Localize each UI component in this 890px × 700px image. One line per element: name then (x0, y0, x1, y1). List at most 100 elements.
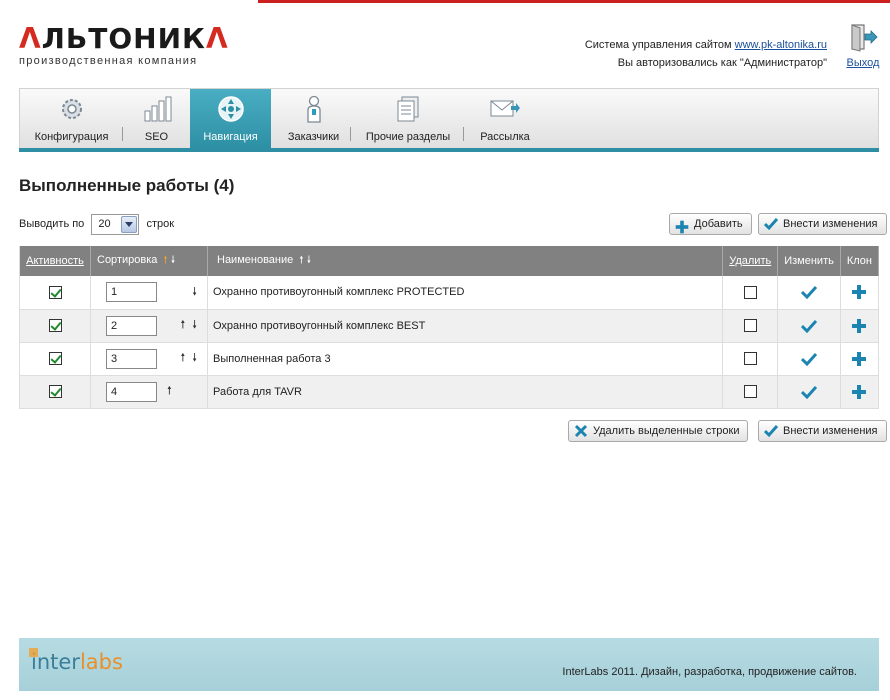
logo-text: ЛЬТОНИК (41, 22, 206, 55)
active-checkbox[interactable] (48, 285, 62, 299)
sort-desc-icon[interactable]: 🠗 (307, 255, 311, 266)
tab-seo[interactable]: SEO (123, 89, 190, 149)
cell-active (19, 342, 91, 376)
cms-line: Система управления сайтом www.pk-altonik… (585, 36, 827, 54)
sort-desc-icon[interactable]: 🠗 (171, 255, 175, 266)
cell-clone (840, 309, 880, 343)
rows-per-page: Выводить по 20 строк (19, 213, 174, 235)
check-icon (764, 425, 778, 438)
col-name-label: Наименование (217, 253, 294, 266)
add-button[interactable]: Добавить (669, 213, 752, 235)
delete-selected-button[interactable]: Удалить выделенные строки (568, 420, 749, 442)
exit-block[interactable]: Выход (846, 22, 880, 69)
clone-plus-icon[interactable] (852, 351, 867, 366)
col-sort[interactable]: Сортировка 🠕 🠗 (90, 246, 208, 276)
clone-plus-icon[interactable] (852, 318, 867, 333)
col-delete[interactable]: Удалить (722, 246, 779, 276)
active-checkbox[interactable] (48, 319, 62, 332)
exit-icon[interactable] (848, 22, 878, 52)
plus-icon (675, 217, 689, 234)
sort-input[interactable]: 1 (106, 282, 157, 303)
sort-asc-icon[interactable]: 🠕 (299, 255, 303, 266)
move-up-icon[interactable]: 🠕 (181, 351, 186, 364)
documents-icon (397, 96, 419, 122)
cell-name: Работа для TAVR (207, 375, 724, 409)
edit-check-icon[interactable] (801, 352, 818, 366)
cell-edit (777, 309, 841, 343)
cell-name: Охранно противоугонный комплекс BEST (207, 309, 724, 343)
col-name[interactable]: Наименование 🠕 🠗 (207, 246, 724, 276)
tab-navigation[interactable]: Навигация (190, 89, 271, 149)
edit-check-icon[interactable] (801, 285, 818, 300)
tab-configuration[interactable]: Конфигурация (20, 89, 123, 149)
move-down-icon[interactable]: 🠗 (192, 351, 197, 364)
cell-clone (840, 276, 880, 310)
tabs-accent-stripe (19, 148, 879, 152)
chevron-down-icon[interactable] (121, 215, 138, 233)
delete-checkbox[interactable] (743, 352, 757, 365)
cell-sort: 4 🠕 (90, 375, 208, 409)
cell-edit (777, 276, 841, 310)
tab-separator (350, 127, 351, 141)
apply-button-label: Внести изменения (783, 425, 878, 437)
move-up-icon[interactable]: 🠕 (181, 318, 186, 331)
sort-arrows[interactable]: 🠕 🠗 (163, 255, 175, 266)
move-up-icon[interactable]: 🠕 (167, 384, 172, 397)
cms-text: Система управления сайтом (584, 39, 732, 51)
cell-delete (722, 309, 779, 343)
site-link[interactable]: www.pk-altonika.ru (735, 39, 827, 51)
sort-input[interactable]: 4 (106, 381, 157, 402)
clone-plus-icon[interactable] (852, 285, 867, 300)
interlabs-logo[interactable]: interlabs (29, 648, 123, 674)
close-icon (574, 424, 588, 438)
bar-chart-icon (144, 96, 171, 122)
move-down-icon[interactable]: 🠗 (192, 285, 197, 298)
col-clone: Клон (840, 246, 880, 276)
row-sort-arrows: 🠗 (157, 283, 197, 302)
tab-label: Заказчики (287, 131, 340, 143)
company-logo[interactable]: ΛЛЬТОНИКΛ производственная компания (19, 22, 229, 68)
footer: interlabs InterLabs 2011. Дизайн, разраб… (19, 638, 879, 691)
delete-checkbox[interactable] (743, 285, 757, 299)
edit-check-icon[interactable] (801, 319, 818, 333)
table-row: 2 🠕 🠗 Охранно противоугонный комплекс BES… (19, 309, 880, 343)
person-icon (306, 95, 321, 123)
table-row: 4 🠕 Работа для TAVR (19, 375, 880, 409)
add-button-label: Добавить (694, 218, 743, 230)
clone-plus-icon[interactable] (852, 384, 867, 399)
row-sort-arrows: 🠕 🠗 (157, 349, 197, 368)
auth-text: Вы авторизовались как "Администратор" (617, 57, 827, 69)
cell-sort: 2 🠕 🠗 (90, 309, 208, 343)
apply-changes-button-bottom[interactable]: Внести изменения (758, 420, 887, 442)
sort-asc-icon[interactable]: 🠕 (163, 255, 167, 266)
table-row: 1 🠗 Охранно противоугонный комплекс PROTE… (19, 276, 880, 310)
col-active-link[interactable]: Активность (26, 255, 84, 267)
tab-label: Прочие разделы (365, 131, 451, 143)
sort-input[interactable]: 3 (106, 348, 157, 369)
move-down-icon[interactable]: 🠗 (192, 318, 197, 331)
footer-credit: InterLabs 2011. Дизайн, разработка, прод… (562, 666, 857, 678)
delete-checkbox[interactable] (743, 319, 757, 332)
active-checkbox[interactable] (48, 352, 62, 365)
perpage-select[interactable]: 20 (91, 213, 140, 235)
cell-clone (840, 375, 880, 409)
tab-customers[interactable]: Заказчики (276, 89, 351, 149)
col-delete-link[interactable]: Удалить (729, 255, 771, 267)
exit-link[interactable]: Выход (846, 57, 880, 69)
col-active[interactable]: Активность (19, 246, 91, 276)
cell-sort: 1 🠗 (90, 276, 208, 310)
delete-selected-label: Удалить выделенные строки (593, 425, 740, 437)
top-accent-line (258, 0, 890, 3)
active-checkbox[interactable] (48, 385, 62, 398)
tab-mailing[interactable]: Рассылка (465, 89, 545, 149)
apply-changes-button-top[interactable]: Внести изменения (758, 213, 887, 235)
edit-check-icon[interactable] (801, 385, 818, 399)
delete-checkbox[interactable] (743, 385, 757, 398)
cell-name: Охранно противоугонный комплекс PROTECTE… (207, 276, 724, 310)
sort-input[interactable]: 2 (106, 315, 157, 336)
col-sort-label: Сортировка (97, 253, 158, 266)
name-sort-arrows[interactable]: 🠕 🠗 (299, 255, 311, 266)
page-title: Выполненные работы (4) (19, 176, 235, 195)
gear-icon (61, 99, 82, 119)
tab-other-sections[interactable]: Прочие разделы (352, 89, 464, 149)
